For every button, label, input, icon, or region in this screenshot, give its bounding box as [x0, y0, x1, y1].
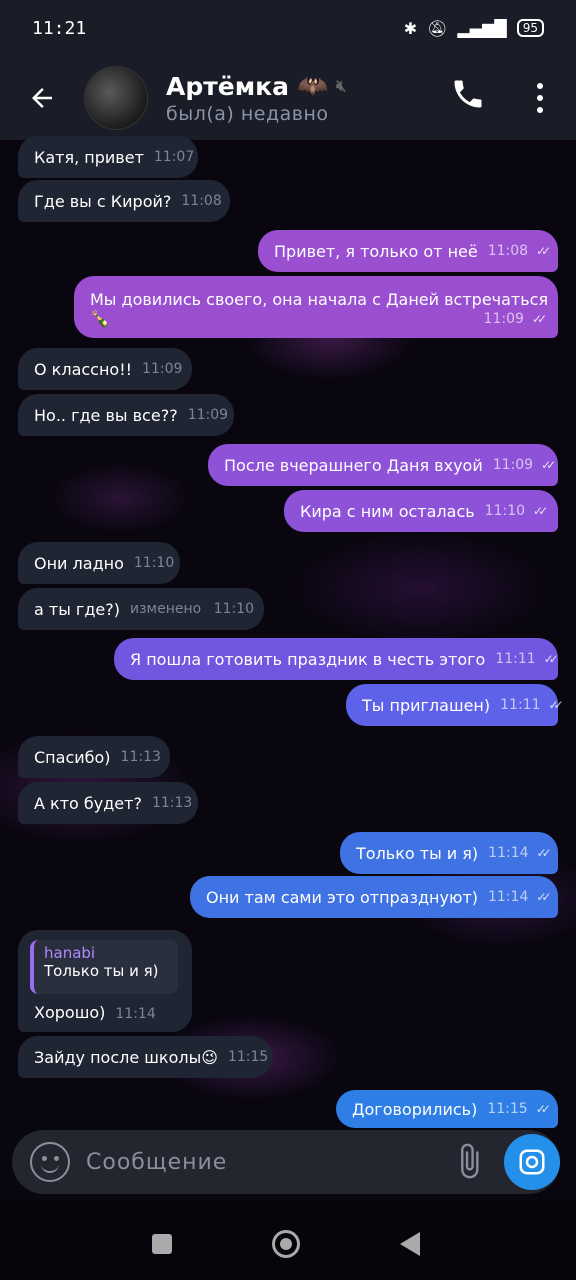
message-incoming[interactable]: Но.. где вы все?? 11:09 — [18, 394, 234, 436]
message-incoming[interactable]: Где вы с Кирой? 11:08 — [18, 180, 230, 222]
dnd-icon: 🔕︎ — [427, 18, 448, 38]
status-bar: 11:21 ✱ 🔕︎ ▂▄▆█ 95 — [0, 0, 576, 56]
emoji-icon[interactable] — [30, 1142, 70, 1182]
chat-name: Артёмка 🦇 🔇︎ — [166, 71, 347, 101]
message-incoming[interactable]: А кто будет? 11:13 — [18, 782, 198, 824]
reply-quote[interactable]: hanabi Только ты и я) — [30, 940, 178, 994]
read-ticks-icon: ✓✓ — [548, 698, 564, 712]
mute-icon: 🔇︎ — [336, 76, 347, 95]
message-outgoing[interactable]: Кира с ним осталась 11:10 ✓✓ — [284, 490, 558, 532]
more-vertical-icon[interactable] — [525, 76, 555, 120]
status-time: 11:21 — [32, 17, 87, 39]
recents-icon[interactable] — [152, 1234, 172, 1254]
message-outgoing[interactable]: Только ты и я) 11:14 ✓✓ — [340, 832, 558, 874]
avatar[interactable] — [84, 66, 148, 130]
message-outgoing[interactable]: Привет, я только от неё 11:08 ✓✓ — [258, 230, 558, 272]
message-incoming[interactable]: Катя, привет 11:07 — [18, 136, 198, 178]
read-ticks-icon: ✓✓ — [533, 504, 548, 518]
read-ticks-icon: ✓✓ — [536, 890, 551, 904]
message-outgoing[interactable]: Договорились) 11:15 ✓✓ — [336, 1090, 558, 1128]
emoji-icon: 🦇 — [296, 71, 329, 100]
bluetooth-icon: ✱ — [403, 18, 418, 38]
message-incoming[interactable]: а ты где?) изменено 11:10 — [18, 588, 264, 630]
read-ticks-icon: ✓✓ — [531, 311, 547, 326]
chat-header: Артёмка 🦇 🔇︎ был(а) недавно — [0, 56, 576, 140]
battery-icon: 95 — [516, 19, 544, 37]
message-outgoing[interactable]: Мы довились своего, она начала с Даней в… — [74, 276, 558, 338]
message-incoming[interactable]: О классно!! 11:09 — [18, 348, 192, 390]
nav-back-icon[interactable] — [400, 1232, 420, 1256]
system-nav-bar — [0, 1200, 576, 1280]
camera-icon[interactable] — [504, 1134, 560, 1190]
message-incoming[interactable]: Зайду после школы😉 11:15 — [18, 1036, 272, 1078]
read-ticks-icon: ✓✓ — [536, 846, 552, 860]
message-input[interactable] — [86, 1149, 450, 1175]
message-incoming[interactable]: Они ладно 11:10 — [18, 542, 180, 584]
message-outgoing[interactable]: Они там сами это отпразднуют) 11:14 ✓✓ — [190, 876, 558, 918]
message-outgoing[interactable]: Я пошла готовить праздник в честь этого 1… — [114, 638, 559, 680]
read-ticks-icon: ✓✓ — [541, 458, 556, 472]
chat-title-block[interactable]: Артёмка 🦇 🔇︎ был(а) недавно — [166, 71, 346, 125]
back-arrow-icon[interactable] — [0, 56, 84, 140]
chat-status: был(а) недавно — [166, 103, 329, 125]
message-outgoing[interactable]: После вчерашнего Даня вхуой 11:09 ✓✓ — [208, 444, 558, 486]
read-ticks-icon: ✓✓ — [536, 244, 551, 258]
message-incoming[interactable]: Спасибо) 11:13 — [18, 736, 170, 778]
home-icon[interactable] — [272, 1230, 300, 1258]
message-composer — [12, 1130, 560, 1194]
signal-icon: ▂▄▆█ — [457, 18, 507, 38]
attach-icon[interactable] — [450, 1142, 490, 1182]
phone-icon[interactable] — [450, 76, 490, 120]
message-outgoing[interactable]: Ты приглашен) 11:11 ✓✓ — [346, 684, 564, 726]
read-ticks-icon: ✓✓ — [535, 1102, 551, 1116]
status-icons: ✱ 🔕︎ ▂▄▆█ 95 — [404, 19, 544, 38]
read-ticks-icon: ✓✓ — [543, 652, 559, 666]
